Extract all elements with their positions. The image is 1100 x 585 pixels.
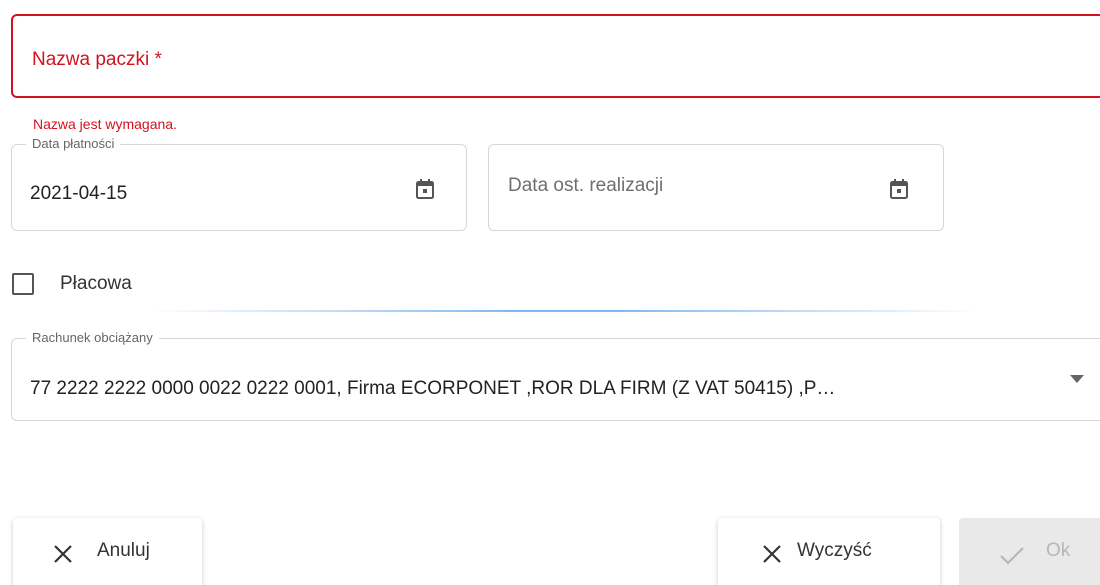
last-execution-date-field[interactable]: Data ost. realizacji xyxy=(488,144,944,231)
cancel-button[interactable]: Anuluj xyxy=(13,518,202,585)
debit-account-label: Rachunek obciążany xyxy=(26,330,159,345)
debit-account-value: 77 2222 2222 0000 0022 0222 0001, Firma … xyxy=(30,378,836,399)
debit-account-select[interactable]: Rachunek obciążany 77 2222 2222 0000 002… xyxy=(11,330,1100,421)
calendar-icon[interactable] xyxy=(416,179,434,199)
focus-divider xyxy=(150,310,980,312)
last-execution-date-placeholder: Data ost. realizacji xyxy=(508,175,664,196)
payment-date-field[interactable]: Data płatności 2021-04-15 xyxy=(11,136,467,231)
payroll-checkbox-label[interactable]: Płacowa xyxy=(60,273,132,295)
ok-button-label: Ok xyxy=(1046,540,1071,561)
package-name-input[interactable]: Nazwa paczki * xyxy=(11,14,1100,98)
close-icon xyxy=(54,545,72,563)
close-icon xyxy=(763,545,781,563)
calendar-icon[interactable] xyxy=(890,179,908,199)
cancel-button-label: Anuluj xyxy=(97,540,150,561)
payment-date-value: 2021-04-15 xyxy=(30,183,128,204)
clear-button[interactable]: Wyczyść xyxy=(718,518,940,585)
payment-date-label: Data płatności xyxy=(26,136,121,151)
check-icon xyxy=(1000,547,1024,565)
package-name-label: Nazwa paczki * xyxy=(32,49,162,70)
payroll-checkbox[interactable] xyxy=(12,273,34,295)
clear-button-label: Wyczyść xyxy=(797,540,872,561)
ok-button[interactable]: Ok xyxy=(959,518,1100,585)
batch-form: Nazwa paczki * Nazwa jest wymagana. Data… xyxy=(0,0,1100,585)
package-name-error: Nazwa jest wymagana. xyxy=(33,116,177,132)
dropdown-arrow-icon[interactable] xyxy=(1070,375,1084,383)
